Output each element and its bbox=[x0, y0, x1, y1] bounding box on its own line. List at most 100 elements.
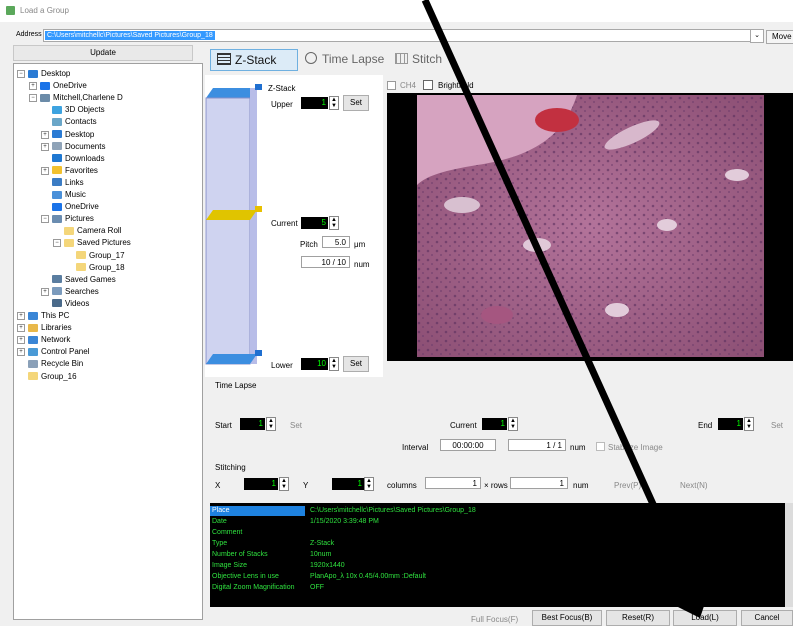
ch4-checkbox[interactable] bbox=[387, 81, 396, 90]
tree-item[interactable]: Saved Games bbox=[52, 274, 116, 285]
tree-item[interactable]: + Favorites bbox=[41, 165, 98, 176]
tree-item[interactable]: Recycle Bin bbox=[28, 358, 83, 369]
zstack-tab-icon bbox=[217, 53, 231, 65]
tree-item[interactable]: Downloads bbox=[52, 153, 105, 164]
best-focus-button[interactable]: Best Focus(B) bbox=[532, 610, 602, 626]
tree-expander[interactable]: + bbox=[41, 166, 49, 175]
tree-item[interactable]: + Documents bbox=[41, 141, 106, 152]
pitch-label: Pitch bbox=[300, 240, 318, 249]
num-input[interactable]: 10 / 10 bbox=[301, 256, 350, 268]
update-button[interactable]: Update bbox=[13, 45, 193, 61]
end-spinner[interactable]: ▲ ▼ bbox=[744, 417, 754, 431]
tree-item[interactable]: Links bbox=[52, 177, 84, 188]
tab-stitch[interactable]: Stitch bbox=[395, 49, 455, 69]
tree-expander[interactable]: + bbox=[17, 336, 25, 345]
y-input[interactable]: 1 bbox=[332, 478, 364, 490]
brightfield-checkbox[interactable] bbox=[423, 80, 433, 90]
tree-item-label: Videos bbox=[65, 298, 90, 308]
tl-current-input[interactable]: 1 bbox=[482, 418, 507, 430]
tree-item[interactable]: Contacts bbox=[52, 116, 97, 127]
y-spinner[interactable]: ▲ ▼ bbox=[364, 477, 374, 491]
tree-expander[interactable]: − bbox=[29, 94, 37, 103]
next-button[interactable]: Next(N) bbox=[680, 481, 708, 490]
info-label: Objective Lens in use bbox=[212, 573, 279, 580]
info-value: OFF bbox=[310, 584, 324, 591]
tree-item[interactable]: − Saved Pictures bbox=[53, 237, 131, 248]
address-dropdown-button[interactable]: ⌄ bbox=[750, 29, 764, 43]
pitch-input[interactable]: 5.0 bbox=[322, 236, 350, 248]
reset-button[interactable]: Reset(R) bbox=[606, 610, 670, 626]
cancel-button[interactable]: Cancel bbox=[741, 610, 793, 626]
tree-item[interactable]: + Control Panel bbox=[17, 346, 89, 357]
upper-set-button[interactable]: Set bbox=[343, 95, 369, 111]
lower-label: Lower bbox=[271, 361, 293, 370]
tree-expander[interactable]: + bbox=[41, 287, 49, 296]
end-set-button[interactable]: Set bbox=[771, 421, 783, 430]
tree-expander[interactable]: + bbox=[41, 130, 49, 139]
info-label: Comment bbox=[212, 529, 243, 536]
tree-item[interactable]: Group_16 bbox=[28, 371, 77, 382]
tree-item[interactable]: Music bbox=[52, 189, 86, 200]
tree-item[interactable]: + Searches bbox=[41, 286, 99, 297]
tree-item[interactable]: Videos bbox=[52, 298, 89, 309]
tree-item[interactable]: + Network bbox=[17, 334, 70, 345]
tree-item[interactable]: + OneDrive bbox=[29, 80, 87, 91]
current-spinner[interactable]: ▲ ▼ bbox=[329, 216, 339, 230]
tl-num-input[interactable]: 1 / 1 bbox=[508, 439, 566, 451]
x-input[interactable]: 1 bbox=[244, 478, 278, 490]
tree-item[interactable]: − Pictures bbox=[41, 213, 94, 224]
address-input[interactable]: C:\Users\mitchellc\Pictures\Saved Pictur… bbox=[43, 29, 751, 42]
tree-item[interactable]: + Libraries bbox=[17, 322, 72, 333]
tl-current-spinner[interactable]: ▲ ▼ bbox=[508, 417, 518, 431]
lower-set-button[interactable]: Set bbox=[343, 356, 369, 372]
tab-zstack[interactable]: Z-Stack bbox=[210, 49, 298, 71]
tree-item-label: Desktop bbox=[65, 129, 95, 139]
y-label: Y bbox=[303, 481, 309, 490]
tree-expander[interactable]: + bbox=[29, 82, 37, 91]
tree-item[interactable]: 3D Objects bbox=[52, 104, 105, 115]
tree-item[interactable]: Camera Roll bbox=[64, 225, 121, 236]
tree-expander[interactable]: + bbox=[17, 324, 25, 333]
tree-item[interactable]: Group_18 bbox=[76, 262, 125, 273]
tree-item[interactable]: OneDrive bbox=[52, 201, 99, 212]
tree-item[interactable]: + Desktop bbox=[41, 129, 95, 140]
tree-expander[interactable]: + bbox=[41, 142, 49, 151]
upper-input[interactable]: 1 bbox=[301, 97, 328, 109]
prev-button[interactable]: Prev(P) bbox=[614, 481, 641, 490]
tree-item[interactable]: − Desktop bbox=[17, 68, 70, 79]
upper-spinner[interactable]: ▲ ▼ bbox=[329, 96, 339, 110]
x-spinner[interactable]: ▲ ▼ bbox=[279, 477, 289, 491]
tree-expander[interactable]: + bbox=[17, 348, 25, 357]
load-button[interactable]: Load(L) bbox=[673, 610, 737, 626]
tree-expander[interactable]: + bbox=[17, 312, 25, 320]
tree-item[interactable]: Group_17 bbox=[76, 250, 125, 261]
move-button[interactable]: Move bbox=[766, 30, 793, 44]
tree-item[interactable]: − Mitchell,Charlene D bbox=[29, 92, 123, 103]
full-focus-button[interactable]: Full Focus(F) bbox=[471, 615, 518, 624]
tree-item-label: Documents bbox=[65, 141, 106, 151]
current-input[interactable]: 5 bbox=[301, 217, 328, 229]
tree-item[interactable]: + This PC bbox=[17, 310, 69, 321]
brightfield-label: Brightfield bbox=[438, 81, 474, 90]
start-spinner[interactable]: ▲ ▼ bbox=[266, 417, 276, 431]
tree-item-label: Links bbox=[65, 177, 84, 187]
tab-timelapse[interactable]: Time Lapse bbox=[305, 49, 385, 69]
info-scrollbar[interactable] bbox=[785, 503, 793, 607]
interval-input[interactable]: 00:00:00 bbox=[440, 439, 496, 451]
tree-item-label: Group_18 bbox=[89, 262, 125, 272]
end-input[interactable]: 1 bbox=[718, 418, 743, 430]
tree-expander[interactable]: − bbox=[41, 215, 49, 224]
folder-tree[interactable]: − Desktop + OneDrive − Mitchell,Charlene D 3D … bbox=[13, 63, 203, 620]
folder-icon bbox=[28, 372, 38, 380]
columns-input[interactable]: 1 bbox=[425, 477, 481, 489]
start-input[interactable]: 1 bbox=[240, 418, 265, 430]
start-set-button[interactable]: Set bbox=[290, 421, 302, 430]
tree-expander[interactable]: − bbox=[17, 70, 25, 78]
stabilize-checkbox[interactable] bbox=[596, 442, 605, 451]
image-viewer[interactable] bbox=[387, 93, 793, 361]
lower-spinner[interactable]: ▲ ▼ bbox=[329, 357, 339, 371]
tree-expander[interactable]: − bbox=[53, 239, 61, 248]
lower-input[interactable]: 10 bbox=[301, 358, 328, 370]
rows-input[interactable]: 1 bbox=[510, 477, 568, 489]
x-label: X bbox=[215, 481, 221, 490]
